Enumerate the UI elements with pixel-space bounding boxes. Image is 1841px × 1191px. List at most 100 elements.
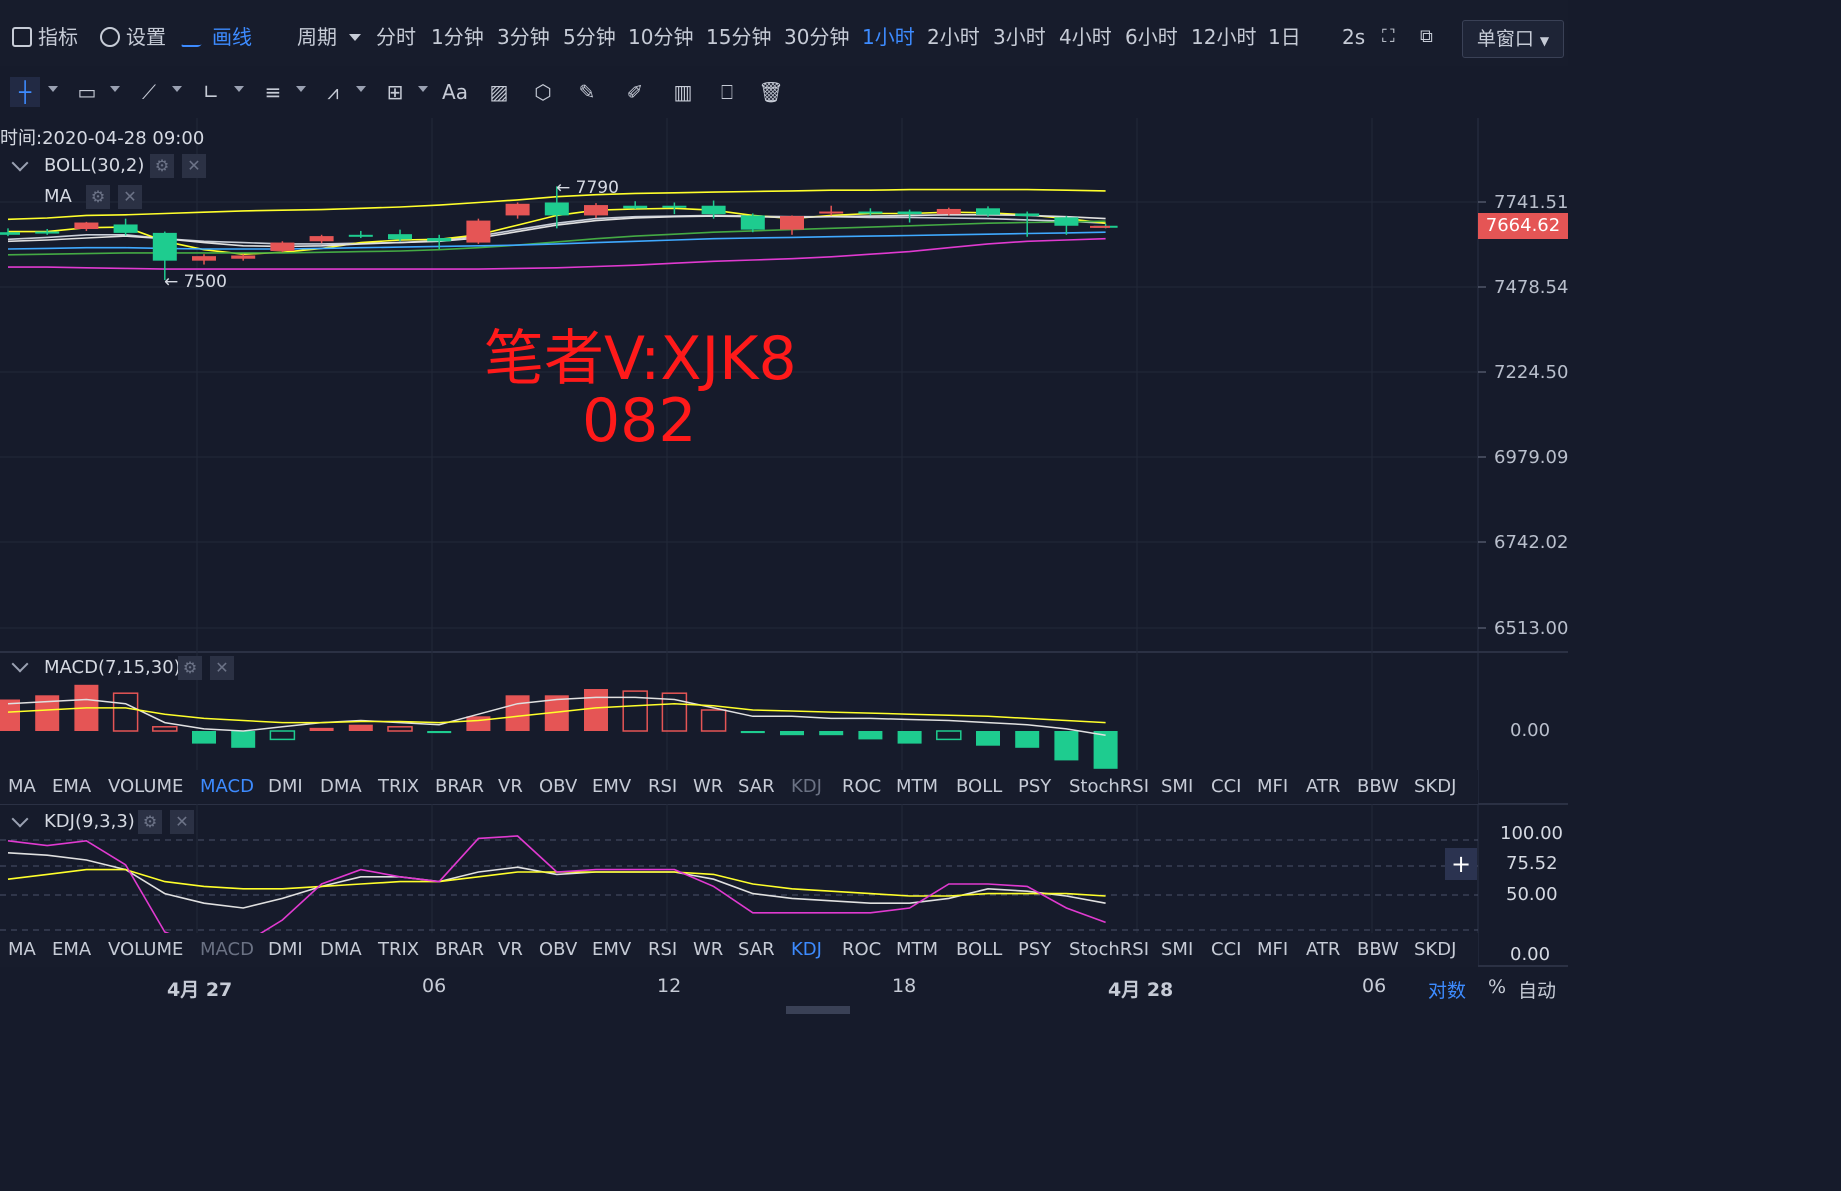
candle-body: [35, 231, 60, 234]
tab-stochrsi[interactable]: StochRSI: [1069, 933, 1149, 967]
macd-bar: [427, 731, 452, 734]
add-alert-button[interactable]: +: [1445, 848, 1477, 880]
macd-title: MACD(7,15,30): [44, 657, 181, 678]
tab-wr[interactable]: WR: [693, 933, 723, 967]
candle-body: [976, 208, 1000, 215]
tab-trix[interactable]: TRIX: [378, 933, 419, 967]
tab-volume[interactable]: VOLUME: [108, 770, 183, 804]
current-price-badge: 7664.62: [1478, 213, 1568, 239]
price-tick-5: 6513.00: [1494, 618, 1569, 639]
kdj-tick-0: 0.00: [1510, 944, 1551, 965]
percent-scale-button[interactable]: %: [1488, 976, 1506, 998]
macd-bar: [584, 689, 608, 731]
tab-rsi[interactable]: RSI: [648, 933, 677, 967]
candle-body: [662, 205, 687, 208]
x-label-apr28: 4月 28: [1108, 979, 1174, 1001]
kdj-close-icon[interactable]: ✕: [170, 810, 194, 834]
macd-settings-icon[interactable]: ⚙: [178, 656, 202, 680]
candle-body: [231, 255, 256, 259]
macd-bar: [192, 731, 216, 744]
auto-scale-button[interactable]: 自动: [1518, 976, 1556, 1003]
macd-bar: [1093, 731, 1118, 769]
tab-bbw[interactable]: BBW: [1357, 770, 1399, 804]
tab-brar[interactable]: BRAR: [435, 933, 484, 967]
tab-obv[interactable]: OBV: [539, 770, 577, 804]
tab-ema[interactable]: EMA: [52, 933, 91, 967]
macd-bar: [897, 731, 922, 744]
tab-mtm[interactable]: MTM: [896, 770, 938, 804]
tab-kdj[interactable]: KDJ: [791, 770, 822, 804]
tab-roc[interactable]: ROC: [842, 770, 881, 804]
tab-smi[interactable]: SMI: [1161, 770, 1193, 804]
tab-trix[interactable]: TRIX: [378, 770, 419, 804]
tab-bbw[interactable]: BBW: [1357, 933, 1399, 967]
kdj-tick-50: 50.00: [1506, 884, 1558, 905]
x-label-12: 12: [657, 975, 682, 997]
tab-emv[interactable]: EMV: [592, 933, 631, 967]
tab-rsi[interactable]: RSI: [648, 770, 677, 804]
macd-bar: [740, 731, 765, 734]
macd-bar: [348, 724, 373, 731]
tab-dma[interactable]: DMA: [320, 933, 362, 967]
tab-macd[interactable]: MACD: [200, 770, 254, 804]
tab-ema[interactable]: EMA: [52, 770, 91, 804]
tab-skdj[interactable]: SKDJ: [1414, 770, 1456, 804]
tab-dmi[interactable]: DMI: [268, 933, 303, 967]
candle-body: [388, 234, 412, 240]
tab-ma[interactable]: MA: [8, 770, 36, 804]
tab-atr[interactable]: ATR: [1306, 933, 1340, 967]
tab-obv[interactable]: OBV: [539, 933, 577, 967]
tab-roc[interactable]: ROC: [842, 933, 881, 967]
ma-close-icon[interactable]: ✕: [118, 185, 142, 209]
tab-macd[interactable]: MACD: [200, 933, 254, 967]
candle-body: [1054, 217, 1079, 226]
tab-brar[interactable]: BRAR: [435, 770, 484, 804]
tab-volume[interactable]: VOLUME: [108, 933, 183, 967]
tab-vr[interactable]: VR: [498, 933, 523, 967]
tab-kdj[interactable]: KDJ: [791, 933, 822, 967]
tab-dmi[interactable]: DMI: [268, 770, 303, 804]
indicator-tabs-macd: MA EMA VOLUME MACD DMI DMA TRIX BRAR VR OBV EMV RSI…: [0, 770, 1478, 804]
tab-psy[interactable]: PSY: [1018, 933, 1051, 967]
tab-boll[interactable]: BOLL: [956, 770, 1002, 804]
log-scale-button[interactable]: 对数: [1428, 976, 1466, 1003]
tab-vr[interactable]: VR: [498, 770, 523, 804]
chart-canvas[interactable]: [0, 0, 1568, 1014]
tab-cci[interactable]: CCI: [1211, 933, 1241, 967]
ma-title: MA: [44, 186, 72, 207]
tab-ma[interactable]: MA: [8, 933, 36, 967]
tab-smi[interactable]: SMI: [1161, 933, 1193, 967]
tab-emv[interactable]: EMV: [592, 770, 631, 804]
macd-bar: [466, 716, 491, 731]
x-label-apr27: 4月 27: [167, 979, 233, 1001]
tab-stochrsi[interactable]: StochRSI: [1069, 770, 1149, 804]
tab-dma[interactable]: DMA: [320, 770, 362, 804]
tab-cci[interactable]: CCI: [1211, 770, 1241, 804]
macd-bar: [112, 692, 139, 732]
price-tick-3: 6979.09: [1494, 447, 1569, 468]
tab-mtm[interactable]: MTM: [896, 933, 938, 967]
x-label-18: 18: [892, 975, 917, 997]
low-annotation: ← 7500: [164, 272, 227, 292]
scroll-handle[interactable]: [786, 1006, 850, 1014]
tab-atr[interactable]: ATR: [1306, 770, 1340, 804]
boll-close-icon[interactable]: ✕: [182, 154, 206, 178]
candle-body: [113, 224, 138, 233]
macd-bar: [700, 709, 727, 732]
macd-close-icon[interactable]: ✕: [210, 656, 234, 680]
kdj-settings-icon[interactable]: ⚙: [138, 810, 162, 834]
macd-bar: [819, 731, 844, 736]
tab-sar[interactable]: SAR: [738, 933, 775, 967]
tab-wr[interactable]: WR: [693, 770, 723, 804]
tab-psy[interactable]: PSY: [1018, 770, 1051, 804]
macd-zero-tick: 0.00: [1510, 720, 1551, 741]
boll-settings-icon[interactable]: ⚙: [150, 154, 174, 178]
macd-bar: [269, 730, 296, 741]
macd-bar: [505, 695, 530, 731]
tab-sar[interactable]: SAR: [738, 770, 775, 804]
tab-mfi[interactable]: MFI: [1257, 933, 1288, 967]
tab-skdj[interactable]: SKDJ: [1414, 933, 1456, 967]
tab-mfi[interactable]: MFI: [1257, 770, 1288, 804]
ma-settings-icon[interactable]: ⚙: [86, 185, 110, 209]
tab-boll[interactable]: BOLL: [956, 933, 1002, 967]
